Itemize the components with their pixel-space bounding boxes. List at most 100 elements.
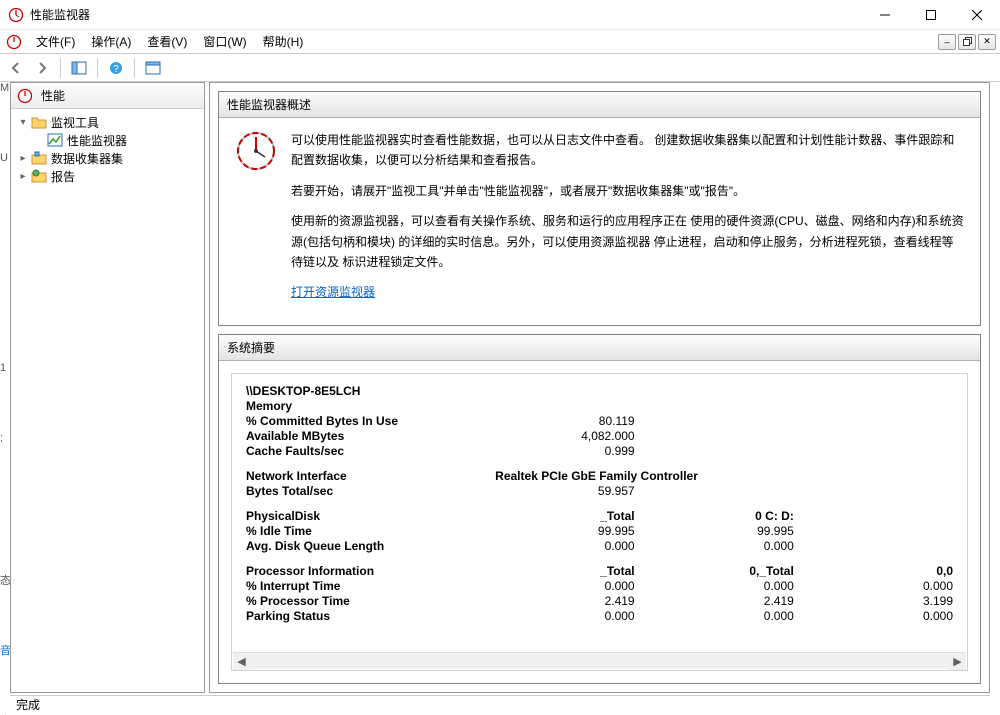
toolbar-separator (60, 58, 61, 78)
tree: ▾ 监视工具 性能监视器 ▸ 数据收集器集 ▸ 报告 (11, 109, 204, 189)
expand-icon[interactable]: ▸ (17, 152, 29, 164)
tree-label: 数据收集器集 (51, 150, 123, 167)
overview-header: 性能监视器概述 (219, 92, 980, 118)
mdi-restore-button[interactable] (958, 34, 976, 50)
overview-panel: 性能监视器概述 可以使用性能监视器实时查看性能数据，也可以从日志文件中查看。 创… (218, 91, 981, 326)
menu-action[interactable]: 操作(A) (83, 30, 139, 53)
window-title: 性能监视器 (30, 6, 862, 23)
titlebar: 性能监视器 (0, 0, 1000, 30)
tree-node-data-collector[interactable]: ▸ 数据收集器集 (13, 149, 202, 167)
row-value: 2.419 (495, 594, 634, 609)
summary-body: \\DESKTOP-8E5LCH Memory % Committed Byte… (231, 373, 968, 671)
tree-root-header[interactable]: 性能 (11, 83, 204, 109)
expand-icon[interactable]: ▸ (17, 170, 29, 182)
row-value: 4,082.000 (495, 429, 634, 444)
row-label: Bytes Total/sec (246, 484, 495, 499)
section-memory: Memory (246, 399, 495, 414)
row-value: 99.995 (635, 524, 794, 539)
statusbar-text: 完成 (16, 696, 40, 713)
row-value: 0.000 (635, 579, 794, 594)
row-value: 0.000 (794, 609, 953, 624)
close-button[interactable] (954, 0, 1000, 30)
section-network: Network Interface (246, 469, 495, 484)
tree-pane: 性能 ▾ 监视工具 性能监视器 ▸ 数据收集器集 ▸ 报告 (10, 82, 205, 693)
folder-icon (31, 114, 47, 130)
menu-view[interactable]: 查看(V) (139, 30, 195, 53)
row-value: 0.000 (495, 539, 634, 554)
row-label: Available MBytes (246, 429, 495, 444)
toolbar: ? (0, 54, 1000, 82)
back-button[interactable] (4, 57, 28, 79)
host-name: \\DESKTOP-8E5LCH (246, 384, 953, 399)
row-value: 0.000 (495, 579, 634, 594)
row-label: % Processor Time (246, 594, 495, 609)
mdi-close-button[interactable]: ✕ (978, 34, 996, 50)
collapse-icon[interactable]: ▾ (17, 116, 29, 128)
toolbar-separator (134, 58, 135, 78)
perfmon-icon (8, 7, 24, 23)
row-label: Cache Faults/sec (246, 444, 495, 459)
help-button[interactable]: ? (104, 57, 128, 79)
menu-window[interactable]: 窗口(W) (195, 30, 254, 53)
open-resource-monitor-link[interactable]: 打开资源监视器 (291, 285, 375, 299)
tree-label: 监视工具 (51, 114, 99, 131)
forward-button[interactable] (30, 57, 54, 79)
tree-node-monitor-tools[interactable]: ▾ 监视工具 (13, 113, 202, 131)
svg-text:?: ? (113, 64, 119, 75)
row-label: % Idle Time (246, 524, 495, 539)
perfmon-icon (6, 34, 22, 50)
row-value: 0.000 (794, 579, 953, 594)
chart-icon (47, 132, 63, 148)
row-value: 2.419 (635, 594, 794, 609)
horizontal-scrollbar[interactable]: ◀ ▶ (233, 652, 966, 669)
overview-text: 可以使用性能监视器实时查看性能数据，也可以从日志文件中查看。 创建数据收集器集以… (291, 130, 964, 313)
menu-file[interactable]: 文件(F) (28, 30, 83, 53)
overview-p3: 使用新的资源监视器，可以查看有关操作系统、服务和运行的应用程序正在 使用的硬件资… (291, 211, 964, 272)
mdi-minimize-button[interactable]: – (938, 34, 956, 50)
show-hide-tree-button[interactable] (67, 57, 91, 79)
row-value: 0.000 (635, 539, 794, 554)
proc-col1: 0,_Total (635, 564, 794, 579)
toolbar-separator (97, 58, 98, 78)
menubar: 文件(F) 操作(A) 查看(V) 窗口(W) 帮助(H) – ✕ (0, 30, 1000, 54)
disk-col0: _Total (495, 509, 634, 524)
statusbar: 完成 (10, 695, 990, 713)
maximize-button[interactable] (908, 0, 954, 30)
row-value: 59.957 (495, 484, 634, 499)
tree-label: 性能监视器 (67, 132, 127, 149)
summary-header: 系统摘要 (219, 335, 980, 361)
content-pane: 性能监视器概述 可以使用性能监视器实时查看性能数据，也可以从日志文件中查看。 创… (209, 82, 990, 693)
menu-help[interactable]: 帮助(H) (255, 30, 312, 53)
row-value: 99.995 (495, 524, 634, 539)
disk-col1: 0 C: D: (635, 509, 794, 524)
tree-label: 报告 (51, 168, 75, 185)
proc-col0: _Total (495, 564, 634, 579)
tree-root-label: 性能 (41, 87, 65, 104)
row-label: % Committed Bytes In Use (246, 414, 495, 429)
summary-panel: 系统摘要 \\DESKTOP-8E5LCH Memory % Committed… (218, 334, 981, 684)
row-value: 0.000 (495, 609, 634, 624)
collector-icon (31, 150, 47, 166)
overview-p1: 可以使用性能监视器实时查看性能数据，也可以从日志文件中查看。 创建数据收集器集以… (291, 130, 964, 171)
perfmon-icon (17, 88, 33, 104)
report-icon (31, 168, 47, 184)
row-label: Parking Status (246, 609, 495, 624)
row-value: 3.199 (794, 594, 953, 609)
scroll-right-button[interactable]: ▶ (949, 653, 966, 670)
row-value: 0.999 (495, 444, 634, 459)
scroll-left-button[interactable]: ◀ (233, 653, 250, 670)
proc-col2: 0,0 (794, 564, 953, 579)
overview-p2: 若要开始，请展开"监视工具"并单击"性能监视器"，或者展开"数据收集器集"或"报… (291, 181, 964, 201)
left-window-sliver: MU1;态音音在在 (0, 82, 10, 715)
minimize-button[interactable] (862, 0, 908, 30)
tree-node-reports[interactable]: ▸ 报告 (13, 167, 202, 185)
row-label: % Interrupt Time (246, 579, 495, 594)
row-label: Avg. Disk Queue Length (246, 539, 495, 554)
properties-button[interactable] (141, 57, 165, 79)
row-value: 0.000 (635, 609, 794, 624)
section-disk: PhysicalDisk (246, 509, 495, 524)
network-col-header: Realtek PCIe GbE Family Controller (495, 469, 953, 484)
tree-node-perf-monitor[interactable]: 性能监视器 (13, 131, 202, 149)
perfmon-large-icon (235, 130, 277, 172)
row-value: 80.119 (495, 414, 634, 429)
